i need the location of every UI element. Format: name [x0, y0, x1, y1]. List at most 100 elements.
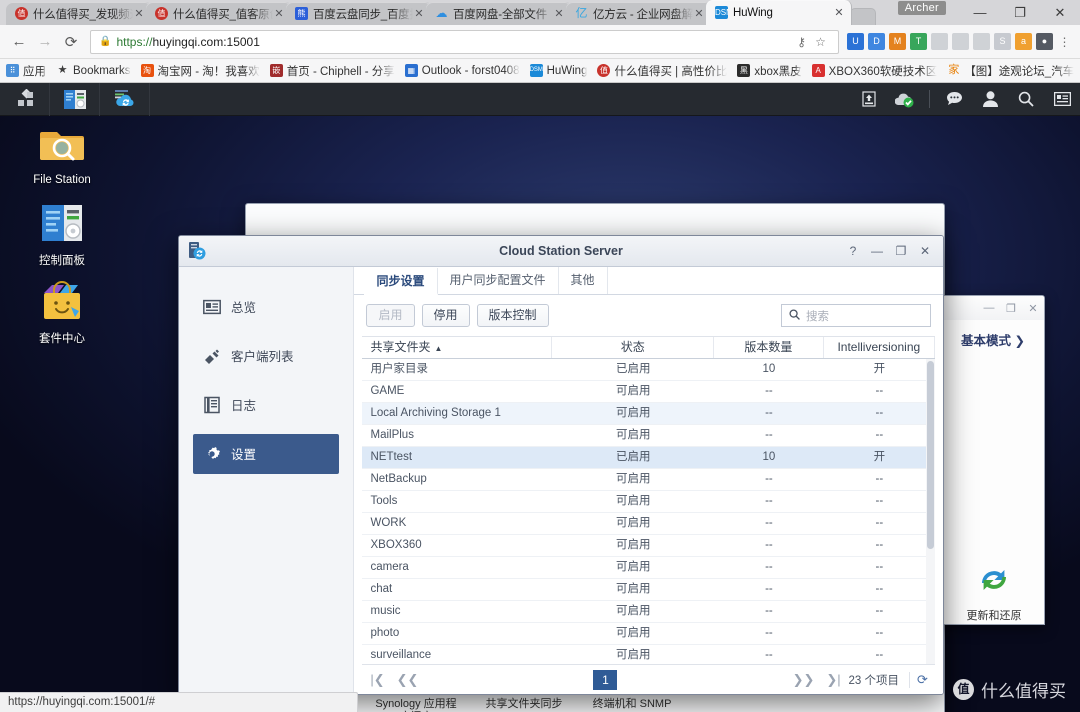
grid-scrollbar[interactable] [926, 359, 935, 665]
table-row[interactable]: XBOX360 可启用 -- -- [362, 535, 935, 558]
table-row[interactable]: surveillance 可启用 -- -- [362, 645, 935, 664]
bookmark-chiphell[interactable]: 嵌 首页 - Chiphell - 分享 [269, 63, 395, 79]
sidebar-item-overview[interactable]: 总览 [193, 287, 339, 327]
tab-close-icon[interactable]: ✕ [553, 7, 565, 20]
ext-amazon-icon[interactable]: a [1015, 33, 1032, 50]
user-icon[interactable] [972, 91, 1008, 107]
bookmark-autohome[interactable]: 家 【图】途观论坛_汽车 [947, 63, 1074, 79]
table-row[interactable]: chat 可启用 -- -- [362, 579, 935, 602]
ext-grey-4-icon[interactable]: S [994, 33, 1011, 50]
minimize-button[interactable]: — [978, 302, 1000, 314]
desktop-icon-control-panel[interactable]: 控制面板 [12, 199, 112, 268]
browser-tab-0[interactable]: 值 什么值得买_发现频道 ✕ [6, 2, 152, 25]
tab-close-icon[interactable]: ✕ [693, 7, 705, 20]
table-row[interactable]: Tools 可启用 -- -- [362, 491, 935, 514]
bookmark-xbox360[interactable]: A XBOX360软硬技术区 [811, 63, 937, 79]
refresh-button[interactable]: ⟳ [909, 671, 935, 688]
chrome-menu-icon[interactable]: ⋮ [1055, 35, 1074, 49]
profile-badge[interactable]: Archer [897, 1, 946, 15]
star-icon[interactable]: ☆ [811, 35, 830, 49]
ext-green-icon[interactable]: T [910, 33, 927, 50]
browser-tab-5[interactable]: DSM HuWing ✕ [706, 0, 852, 25]
sidebar-item-client-list[interactable]: 客户端列表 [193, 336, 339, 376]
basic-mode-link[interactable]: 基本模式 ❯ [942, 320, 1044, 359]
sidebar-item-settings[interactable]: 设置 [193, 433, 340, 474]
address-bar[interactable]: 🔒 https://huyingqi.com:15001 ⚷ ☆ [90, 29, 839, 54]
ext-blue-2-icon[interactable]: D [868, 33, 885, 50]
table-row[interactable]: GAME 可启用 -- -- [362, 381, 935, 404]
desktop-icon-package-center[interactable]: 套件中心 [12, 277, 112, 346]
previous-page-button[interactable]: ❮❮ [392, 672, 422, 688]
bookmark-outlook[interactable]: ▦ Outlook - forst0408 [404, 64, 520, 77]
maximize-button[interactable]: ❐ [1000, 0, 1040, 25]
upload-queue-icon[interactable] [851, 91, 887, 107]
taskbar-control-panel-icon[interactable] [50, 83, 100, 116]
table-row[interactable]: MailPlus 可启用 -- -- [362, 425, 935, 448]
chat-icon[interactable] [936, 92, 972, 106]
bookmark-taobao[interactable]: 淘 淘宝网 - 淘！我喜欢 [140, 63, 260, 79]
close-button[interactable]: ✕ [1022, 302, 1044, 315]
tab-close-icon[interactable]: ✕ [273, 7, 285, 20]
table-row[interactable]: photo 可启用 -- -- [362, 623, 935, 646]
forward-button[interactable]: → [32, 33, 58, 50]
browser-tab-1[interactable]: 值 什么值得买_值客原创 ✕ [146, 2, 292, 25]
bookmark-bookmarks[interactable]: ★ Bookmarks [56, 64, 131, 77]
browser-tab-2[interactable]: 熊 百度云盘同步_百度搜 ✕ [286, 2, 432, 25]
tab-others[interactable]: 其他 [559, 266, 608, 294]
table-row[interactable]: NetBackup 可启用 -- -- [362, 469, 935, 492]
table-row[interactable]: WORK 可启用 -- -- [362, 513, 935, 536]
next-page-button[interactable]: ❯❯ [789, 672, 819, 688]
ext-orange-icon[interactable]: M [889, 33, 906, 50]
table-row[interactable]: camera 可启用 -- -- [362, 557, 935, 580]
table-row[interactable]: NETtest 已启用 10 开 [362, 447, 935, 470]
maximize-button[interactable]: ❐ [1000, 302, 1022, 315]
ext-grey-3-icon[interactable] [973, 33, 990, 50]
search-input[interactable]: 搜索 [806, 308, 829, 324]
bookmark-xbox[interactable]: 黑 xbox黑皮 [737, 63, 802, 79]
tab-close-icon[interactable]: ✕ [133, 7, 145, 20]
minimize-button[interactable]: — [960, 0, 1000, 25]
column-header-intelliversioning[interactable]: Intelliversioning [824, 337, 935, 359]
bookmark-apps[interactable]: ⠿ 应用 [6, 63, 46, 79]
ext-blue-1-icon[interactable]: U [847, 33, 864, 50]
ext-grey-1-icon[interactable] [931, 33, 948, 50]
table-row[interactable]: music 可启用 -- -- [362, 601, 935, 624]
close-button[interactable]: ✕ [913, 244, 937, 258]
widgets-icon[interactable] [1044, 92, 1080, 106]
back-button[interactable]: ← [6, 33, 32, 50]
search-box[interactable]: 搜索 [781, 304, 931, 328]
new-tab-button[interactable] [850, 8, 876, 25]
desktop-icon-file-station[interactable]: File Station [12, 121, 112, 186]
table-row[interactable]: 用户家目录 已启用 10 开 [362, 359, 935, 382]
last-page-button[interactable]: ❯| [819, 672, 849, 688]
reload-icon[interactable]: ⟳ [58, 33, 84, 51]
first-page-button[interactable]: |❮ [362, 672, 392, 688]
table-row[interactable]: Local Archiving Storage 1 可启用 -- -- [362, 403, 935, 426]
ext-dark-icon[interactable]: ● [1036, 33, 1053, 50]
current-page-indicator[interactable]: 1 [593, 669, 618, 690]
sidebar-item-log[interactable]: 日志 [193, 385, 339, 425]
key-icon[interactable]: ⚷ [792, 35, 811, 49]
tab-close-icon[interactable]: ✕ [833, 6, 845, 19]
ext-grey-2-icon[interactable] [952, 33, 969, 50]
browser-tab-3[interactable]: ☁ 百度网盘-全部文件 ✕ [426, 2, 572, 25]
tab-sync-settings[interactable]: 同步设置 [364, 267, 438, 295]
minimize-button[interactable]: — [865, 244, 889, 258]
notification-ok-icon[interactable] [887, 91, 923, 108]
version-control-button[interactable]: 版本控制 [476, 304, 549, 328]
tab-close-icon[interactable]: ✕ [413, 7, 425, 20]
column-header-shared-folder[interactable]: 共享文件夹 ▲ [362, 337, 553, 359]
scrollbar-thumb[interactable] [927, 361, 934, 550]
main-menu-icon[interactable] [0, 83, 50, 116]
tab-user-sync-profile[interactable]: 用户同步配置文件 [438, 266, 559, 294]
browser-tab-4[interactable]: 亿 亿方云 - 企业网盘解决 ✕ [566, 2, 712, 25]
close-button[interactable]: ✕ [1040, 0, 1080, 25]
column-header-state[interactable]: 状态 [552, 337, 715, 359]
taskbar-cloud-station-icon[interactable] [100, 83, 150, 116]
secondary-window[interactable]: — ❐ ✕ 基本模式 ❯ 更新和还原 [941, 295, 1045, 625]
disable-button[interactable]: 停用 [421, 304, 470, 328]
cloud-station-server-dialog[interactable]: Cloud Station Server ? — ❐ ✕ 总览 客户端列表 日志… [178, 235, 944, 695]
enable-button[interactable]: 启用 [366, 304, 415, 328]
bookmark-huwing[interactable]: DSM HuWing [529, 64, 587, 77]
column-header-version-count[interactable]: 版本数量 [714, 337, 824, 359]
